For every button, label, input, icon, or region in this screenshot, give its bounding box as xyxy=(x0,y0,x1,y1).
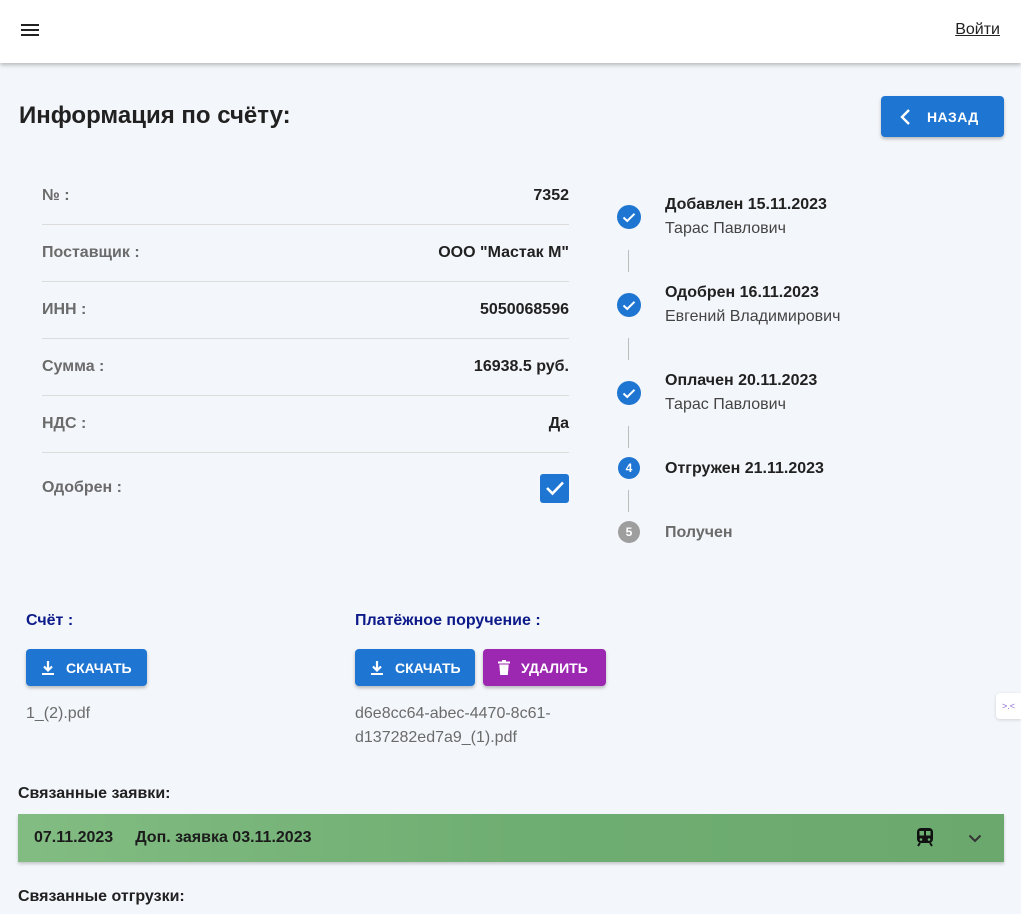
step-title: Одобрен 16.11.2023 xyxy=(665,284,819,301)
download-icon xyxy=(41,660,55,676)
login-link[interactable]: Войти xyxy=(955,21,1000,39)
back-button-label: НАЗАД xyxy=(927,108,979,125)
step-connector xyxy=(628,250,629,272)
info-row-sum: Сумма : 16938.5 руб. xyxy=(42,339,569,396)
request-date: 07.11.2023 xyxy=(34,829,114,846)
side-widget-tab[interactable]: >.< xyxy=(996,693,1021,719)
info-value: 7352 xyxy=(533,187,569,204)
step-title: Отгружен 21.11.2023 xyxy=(665,460,824,477)
check-circle-icon xyxy=(617,293,641,317)
step-connector xyxy=(628,490,629,512)
info-key: Поставщик : xyxy=(42,244,140,261)
step-title: Добавлен 15.11.2023 xyxy=(665,196,827,213)
chevron-left-icon xyxy=(900,108,910,125)
info-key: ИНН : xyxy=(42,301,87,318)
check-circle-icon xyxy=(617,381,641,405)
invoice-info-table: № : 7352 Поставщик : ООО "Мастак М" ИНН … xyxy=(42,168,569,523)
step-title: Получен xyxy=(665,524,733,541)
payment-file-name-line2: d137282ed7a9_(1).pdf xyxy=(355,729,517,746)
info-value: ООО "Мастак М" xyxy=(438,244,569,261)
request-title: Доп. заявка 03.11.2023 xyxy=(135,829,312,846)
step-subtitle: Евгений Владимирович xyxy=(665,308,841,325)
invoice-file-name[interactable]: 1_(2).pdf xyxy=(26,702,90,726)
step-title: Оплачен 20.11.2023 xyxy=(665,372,818,389)
info-key: НДС : xyxy=(42,415,87,432)
info-value: Да xyxy=(548,415,569,432)
info-row-inn: ИНН : 5050068596 xyxy=(42,282,569,339)
menu-icon[interactable] xyxy=(21,24,39,38)
step-number-badge: 4 xyxy=(618,457,640,479)
invoice-download-button[interactable]: СКАЧАТЬ xyxy=(26,649,147,686)
train-icon xyxy=(916,827,934,852)
info-row-approved: Одобрен : xyxy=(42,453,569,523)
info-key: Одобрен : xyxy=(42,479,122,496)
related-shipments-label: Связанные отгрузки: xyxy=(18,888,185,905)
payment-file-name-line1: d6e8cc64-abec-4470-8c61- xyxy=(355,705,551,722)
invoice-file-label: Счёт : xyxy=(26,612,74,629)
payment-download-button[interactable]: СКАЧАТЬ xyxy=(355,649,475,686)
payment-download-label: СКАЧАТЬ xyxy=(395,659,461,676)
related-requests-label: Связанные заявки: xyxy=(18,785,171,802)
download-icon xyxy=(370,660,384,676)
info-row-number: № : 7352 xyxy=(42,168,569,225)
back-button[interactable]: НАЗАД xyxy=(881,96,1004,137)
info-key: № : xyxy=(42,187,70,204)
info-value: 16938.5 руб. xyxy=(473,358,569,375)
trash-icon xyxy=(498,660,510,675)
payment-file-label: Платёжное поручение : xyxy=(355,612,541,629)
step-connector xyxy=(628,338,629,360)
info-key: Сумма : xyxy=(42,358,105,375)
step-connector xyxy=(628,426,629,448)
invoice-download-label: СКАЧАТЬ xyxy=(66,659,132,676)
approved-checkbox[interactable] xyxy=(540,473,569,503)
step-subtitle: Тарас Павлович xyxy=(665,220,786,237)
step-subtitle: Тарас Павлович xyxy=(665,396,786,413)
step-number-badge: 5 xyxy=(618,521,640,543)
check-circle-icon xyxy=(617,205,641,229)
page-title: Информация по счёту: xyxy=(19,102,291,129)
payment-delete-label: УДАЛИТЬ xyxy=(521,659,588,676)
info-row-supplier: Поставщик : ООО "Мастак М" xyxy=(42,225,569,282)
check-icon xyxy=(545,481,564,496)
chevron-down-icon[interactable] xyxy=(968,830,982,848)
info-value: 5050068596 xyxy=(480,301,569,318)
app-bar: Войти xyxy=(0,0,1021,63)
info-row-vat: НДС : Да xyxy=(42,396,569,453)
related-request-item[interactable]: 07.11.2023 Доп. заявка 03.11.2023 xyxy=(18,814,1004,862)
payment-delete-button[interactable]: УДАЛИТЬ xyxy=(483,649,606,686)
payment-file-name[interactable]: d6e8cc64-abec-4470-8c61- d137282ed7a9_(1… xyxy=(355,702,551,750)
